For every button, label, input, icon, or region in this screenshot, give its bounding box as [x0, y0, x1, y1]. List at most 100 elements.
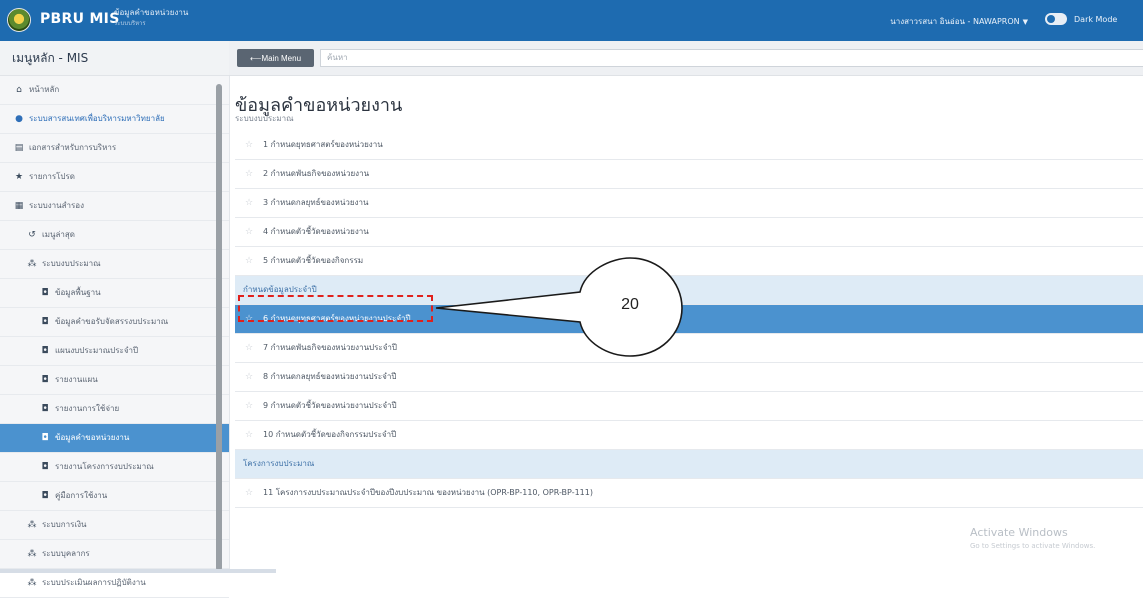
sidebar-item[interactable]: ◘ คู่มือการใช้งาน — [0, 482, 229, 511]
section-label: ระบบงบประมาณ — [235, 114, 294, 123]
item-icon: ◘ — [41, 462, 49, 472]
star-icon[interactable]: ☆ — [245, 334, 257, 362]
group-header: โครงการงบประมาณ — [235, 450, 1143, 479]
menu-list-item-label: 8 กำหนดกลยุทธ์ของหน่วยงานประจำปี — [263, 372, 397, 381]
sidebar-item-label: ระบบประเมินผลการปฏิบัติงาน — [42, 578, 146, 587]
system-subtitle: ระบบบริหาร — [114, 20, 146, 27]
menu-list-item-label: 4 กำหนดตัวชี้วัดของหน่วยงาน — [263, 227, 369, 236]
sidebar-item[interactable]: ⁂ ระบบงบประมาณ — [0, 250, 229, 279]
menu-list-item[interactable]: ☆ 9 กำหนดตัวชี้วัดของหน่วยงานประจำปี — [235, 392, 1143, 421]
app-name[interactable]: PBRU MIS — [40, 11, 120, 27]
sidebar-item-label: เมนูล่าสุด — [42, 230, 75, 239]
sidebar-item[interactable]: ◘ ข้อมูลคำขอหน่วยงาน — [0, 424, 229, 453]
cluster-icon: ⁂ — [27, 259, 37, 269]
sidebar-item[interactable]: ⁂ ระบบบุคลากร — [0, 540, 229, 569]
sidebar-scrollbar[interactable] — [216, 84, 222, 571]
star-icon[interactable]: ☆ — [245, 479, 257, 507]
callout-number: 20 — [621, 296, 639, 313]
menu-list-item-label: 10 กำหนดตัวชี้วัดของกิจกรรมประจำปี — [263, 430, 397, 439]
windows-watermark-title: Activate Windows — [970, 526, 1068, 539]
item-icon: ◘ — [41, 288, 49, 298]
document-icon: ▤ — [14, 143, 24, 153]
search-input[interactable]: ค้นหา — [320, 49, 1143, 67]
sidebar-item-label: ระบบงานสำรอง — [29, 201, 84, 210]
sidebar-item[interactable]: ⁂ ระบบประเมินผลการปฏิบัติงาน — [0, 569, 229, 598]
menu-list-item[interactable]: ☆ 8 กำหนดกลยุทธ์ของหน่วยงานประจำปี — [235, 363, 1143, 392]
star-icon: ★ — [14, 172, 24, 182]
main-menu-button[interactable]: ⟵Main Menu — [237, 49, 314, 67]
sidebar-item-label: คู่มือการใช้งาน — [55, 491, 108, 500]
university-logo-icon[interactable] — [7, 8, 31, 32]
item-icon: ◘ — [41, 404, 49, 414]
sidebar-item-label: ระบบการเงิน — [42, 520, 87, 529]
history-icon: ↺ — [28, 230, 36, 240]
user-name: นางสาวรสนา อินอ่อน - NAWAPRON — [890, 17, 1020, 26]
sidebar-item-label: รายงานการใช้จ่าย — [55, 404, 120, 413]
sidebar-item-label: เอกสารสำหรับการบริหาร — [29, 143, 117, 152]
sidebar-header: เมนูหลัก - MIS — [0, 41, 229, 76]
menu-list-item[interactable]: ☆ 1 กำหนดยุทธศาสตร์ของหน่วยงาน — [235, 131, 1143, 160]
cluster-icon: ⁂ — [27, 520, 37, 530]
sidebar: เมนูหลัก - MIS ⌂ หน้าหลัก ● ระบบสารสนเทศเพื… — [0, 41, 230, 598]
menu-list-item[interactable]: ☆ 3 กำหนดกลยุทธ์ของหน่วยงาน — [235, 189, 1143, 218]
sidebar-item[interactable]: ◘ ข้อมูลพื้นฐาน — [0, 279, 229, 308]
home-icon: ⌂ — [16, 85, 22, 95]
sidebar-menu: ⌂ หน้าหลัก ● ระบบสารสนเทศเพื่อบริหารมหาวิทย… — [0, 76, 229, 598]
sidebar-item[interactable]: ▦ ระบบงานสำรอง — [0, 192, 229, 221]
star-icon[interactable]: ☆ — [245, 247, 257, 275]
sidebar-item[interactable]: ● ระบบสารสนเทศเพื่อบริหารมหาวิทยาลัย — [0, 105, 229, 134]
sidebar-item[interactable]: ◘ แผนงบประมาณประจำปี — [0, 337, 229, 366]
menu-list-item-label: 9 กำหนดตัวชี้วัดของหน่วยงานประจำปี — [263, 401, 397, 410]
red-dashed-highlight — [238, 295, 433, 322]
star-icon[interactable]: ☆ — [245, 218, 257, 246]
sidebar-item[interactable]: ★ รายการโปรด — [0, 163, 229, 192]
sidebar-item-label: ระบบบุคลากร — [42, 549, 90, 558]
star-icon[interactable]: ☆ — [245, 363, 257, 391]
sidebar-item[interactable]: ⌂ หน้าหลัก — [0, 76, 229, 105]
item-icon: ◘ — [41, 491, 49, 501]
item-icon: ◘ — [41, 375, 49, 385]
windows-watermark-subtitle: Go to Settings to activate Windows. — [970, 542, 1096, 550]
cluster-icon: ⁂ — [27, 578, 37, 588]
menu-list-item[interactable]: ☆ 7 กำหนดพันธกิจของหน่วยงานประจำปี — [235, 334, 1143, 363]
sidebar-item[interactable]: ⁂ ระบบการเงิน — [0, 511, 229, 540]
top-navbar: PBRU MIS ข้อมูลคำขอหน่วยงาน ระบบบริหาร น… — [0, 0, 1143, 41]
sidebar-item-label: หน้าหลัก — [29, 85, 60, 94]
content-toolbar: ⟵Main Menu ค้นหา — [229, 41, 1143, 76]
item-icon: ◘ — [41, 346, 49, 356]
menu-list-item[interactable]: ☆ 4 กำหนดตัวชี้วัดของหน่วยงาน — [235, 218, 1143, 247]
menu-list-item-label: 7 กำหนดพันธกิจของหน่วยงานประจำปี — [263, 343, 397, 352]
dark-mode-label: Dark Mode — [1074, 15, 1118, 24]
sidebar-item-label: ข้อมูลคำขอหน่วยงาน — [55, 433, 130, 442]
star-icon[interactable]: ☆ — [245, 189, 257, 217]
menu-list-item[interactable]: ☆ 2 กำหนดพันธกิจของหน่วยงาน — [235, 160, 1143, 189]
sidebar-item-label: รายงานแผน — [55, 375, 98, 384]
sidebar-item[interactable]: ◘ รายงานแผน — [0, 366, 229, 395]
menu-list-item[interactable]: ☆ 10 กำหนดตัวชี้วัดของกิจกรรมประจำปี — [235, 421, 1143, 450]
star-icon[interactable]: ☆ — [245, 392, 257, 420]
menu-list-item-label: 11 โครงการงบประมาณประจำปีของปีงบประมาณ ข… — [263, 488, 593, 497]
cluster-icon: ⁂ — [27, 549, 37, 559]
menu-list-item-label: 1 กำหนดยุทธศาสตร์ของหน่วยงาน — [263, 140, 383, 149]
sidebar-item-label: รายการโปรด — [29, 172, 75, 181]
sidebar-item[interactable]: ↺ เมนูล่าสุด — [0, 221, 229, 250]
sidebar-item-label: ระบบสารสนเทศเพื่อบริหารมหาวิทยาลัย — [29, 114, 165, 123]
menu-list-item[interactable]: ☆ 5 กำหนดตัวชี้วัดของกิจกรรม — [235, 247, 1143, 276]
star-icon[interactable]: ☆ — [245, 421, 257, 449]
browser-status-bar — [0, 569, 276, 573]
sidebar-item-label: แผนงบประมาณประจำปี — [55, 346, 139, 355]
circle-icon: ● — [15, 114, 23, 124]
item-icon: ◘ — [41, 433, 49, 443]
sidebar-item[interactable]: ▤ เอกสารสำหรับการบริหาร — [0, 134, 229, 163]
sidebar-item[interactable]: ◘ รายงานโครงการงบประมาณ — [0, 453, 229, 482]
user-menu[interactable]: นางสาวรสนา อินอ่อน - NAWAPRON ▼ — [890, 15, 1028, 28]
sidebar-item[interactable]: ◘ รายงานการใช้จ่าย — [0, 395, 229, 424]
sidebar-item[interactable]: ◘ ข้อมูลคำขอรับจัดสรรงบประมาณ — [0, 308, 229, 337]
menu-list-item-label: 2 กำหนดพันธกิจของหน่วยงาน — [263, 169, 370, 178]
menu-list-item[interactable]: ☆ 11 โครงการงบประมาณประจำปีของปีงบประมาณ … — [235, 479, 1143, 508]
sidebar-item-label: ข้อมูลคำขอรับจัดสรรงบประมาณ — [55, 317, 169, 326]
star-icon[interactable]: ☆ — [245, 131, 257, 159]
dark-mode-toggle[interactable] — [1045, 13, 1067, 25]
grid-icon: ▦ — [14, 201, 24, 211]
star-icon[interactable]: ☆ — [245, 160, 257, 188]
